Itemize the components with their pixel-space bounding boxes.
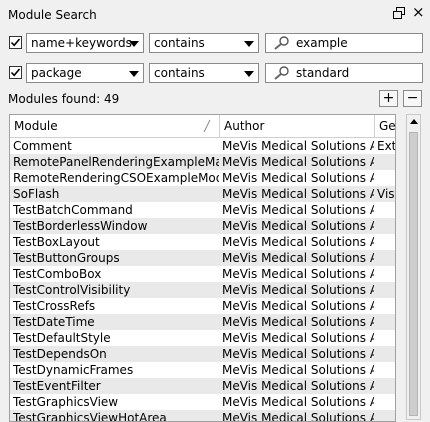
cell-author: MeVis Medical Solutions AG xyxy=(222,299,374,313)
cell-author: MeVis Medical Solutions AG xyxy=(222,267,374,281)
cell-author: MeVis Medical Solutions AG xyxy=(222,363,374,377)
dropdown-arrow-icon xyxy=(244,71,254,77)
table-row[interactable]: TestControlVisibility MeVis Medical Solut… xyxy=(10,282,395,298)
filter-1-field-select[interactable]: name+keywords xyxy=(26,33,144,53)
filter-1-search-value: example xyxy=(296,36,348,50)
cell-author: MeVis Medical Solutions AG xyxy=(222,219,374,233)
cell-module: TestEventFilter xyxy=(13,379,101,393)
table-row[interactable]: TestComboBox MeVis Medical Solutions AG xyxy=(10,266,395,282)
table-row[interactable]: TestGraphicsViewHotArea MeVis Medical Sol… xyxy=(10,410,395,422)
table-row[interactable]: TestBatchCommand MeVis Medical Solutions … xyxy=(10,202,395,218)
title-bar: Module Search × xyxy=(0,0,430,30)
cell-module: RemotePanelRenderingExampleMacro xyxy=(13,155,219,169)
column-header-author-label: Author xyxy=(224,119,265,133)
cell-module: TestBorderlessWindow xyxy=(13,219,148,233)
table-header: Module Author Genre xyxy=(10,115,395,138)
cell-author: MeVis Medical Solutions AG xyxy=(222,347,374,361)
table-row[interactable]: SoFlash MeVis Medical Solutions AGVisual xyxy=(10,186,395,202)
cell-module: TestComboBox xyxy=(13,267,102,281)
cell-author: MeVis Medical Solutions AG xyxy=(222,235,374,249)
cell-module: TestGraphicsViewHotArea xyxy=(13,411,167,422)
filter-2-search-value: standard xyxy=(296,66,350,80)
cell-author: MeVis Medical Solutions AG xyxy=(222,187,374,201)
table-body: CommentMeVis Medical Solutions AGExtrasR… xyxy=(10,138,395,422)
filter-2-field-value: package xyxy=(31,66,82,80)
table-row[interactable]: TestBorderlessWindow MeVis Medical Soluti… xyxy=(10,218,395,234)
cell-module: TestDependsOn xyxy=(13,347,107,361)
table-row[interactable]: TestBoxLayout MeVis Medical Solutions AG xyxy=(10,234,395,250)
table-row[interactable]: TestDynamicFrames MeVis Medical Solutions… xyxy=(10,362,395,378)
cell-module: TestDateTime xyxy=(13,315,95,329)
cell-module: TestGraphicsView xyxy=(13,395,119,409)
search-icon xyxy=(274,66,289,80)
cell-genre: Visual xyxy=(377,187,395,201)
filter-1-operator-value: contains xyxy=(154,36,205,50)
cell-module: SoFlash xyxy=(13,187,60,201)
close-icon[interactable]: × xyxy=(412,4,425,20)
search-icon xyxy=(274,36,289,50)
checkmark-icon xyxy=(10,68,21,77)
filter-1-field-value: name+keywords xyxy=(31,36,132,50)
cell-module: TestBoxLayout xyxy=(13,235,100,249)
vertical-scrollbar[interactable] xyxy=(406,114,421,420)
filter-1-checkbox[interactable] xyxy=(9,36,22,49)
cell-author: MeVis Medical Solutions AG xyxy=(222,251,374,265)
cell-author: MeVis Medical Solutions AG xyxy=(222,331,374,345)
sort-indicator-icon xyxy=(203,119,211,133)
remove-filter-button[interactable]: − xyxy=(403,90,422,107)
filter-2-field-select[interactable]: package xyxy=(26,63,144,83)
filter-2-checkbox[interactable] xyxy=(9,66,22,79)
table-row[interactable]: RemotePanelRenderingExampleMacro MeVis Me… xyxy=(10,154,395,170)
cell-module: TestButtonGroups xyxy=(13,251,120,265)
window-title: Module Search xyxy=(8,8,97,22)
table-row[interactable]: TestDateTime MeVis Medical Solutions AG xyxy=(10,314,395,330)
cell-module: TestDynamicFrames xyxy=(13,363,134,377)
filter-2-operator-value: contains xyxy=(154,66,205,80)
cell-author: MeVis Medical Solutions AG xyxy=(222,171,374,185)
cell-author: MeVis Medical Solutions AG xyxy=(222,203,374,217)
cell-genre: Extras xyxy=(377,139,396,153)
table-row[interactable]: TestEventFilter MeVis Medical Solutions A… xyxy=(10,378,395,394)
column-header-genre[interactable]: Genre xyxy=(375,115,396,137)
cell-author: MeVis Medical Solutions AG xyxy=(222,283,374,297)
dropdown-arrow-icon xyxy=(244,41,254,47)
column-header-module[interactable]: Module xyxy=(10,115,220,137)
dropdown-arrow-icon xyxy=(129,71,139,77)
filter-1-operator-select[interactable]: contains xyxy=(149,33,259,53)
table-row[interactable]: TestDependsOn MeVis Medical Solutions AG xyxy=(10,346,395,362)
modules-found-label: Modules found: 49 xyxy=(8,92,120,106)
table-row[interactable]: TestCrossRefs MeVis Medical Solutions AG xyxy=(10,298,395,314)
modules-table: Module Author Genre Comment MeVis Medical… xyxy=(9,114,396,422)
column-header-genre-label: Genre xyxy=(379,119,396,133)
cell-author: MeVis Medical Solutions AG xyxy=(222,155,374,169)
cell-module: RemoteRenderingCSOExampleModule xyxy=(13,171,219,185)
filter-2-operator-select[interactable]: contains xyxy=(149,63,259,83)
cell-module: TestBatchCommand xyxy=(13,203,133,217)
column-header-author[interactable]: Author xyxy=(220,115,375,137)
scroll-up-arrow-icon[interactable] xyxy=(410,119,418,124)
cell-module: TestDefaultStyle xyxy=(13,331,111,345)
cell-module: TestControlVisibility xyxy=(13,283,131,297)
add-filter-button[interactable]: + xyxy=(379,90,398,107)
table-row[interactable]: TestButtonGroups MeVis Medical Solutions … xyxy=(10,250,395,266)
cell-module: TestCrossRefs xyxy=(13,299,96,313)
cell-author: MeVis Medical Solutions AG xyxy=(222,315,374,329)
float-icon[interactable] xyxy=(393,7,405,19)
table-row[interactable]: RemoteRenderingCSOExampleModule MeVis Med… xyxy=(10,170,395,186)
filter-2-search-input[interactable]: standard xyxy=(265,63,423,83)
filter-1-search-input[interactable]: example xyxy=(265,33,423,53)
table-row[interactable]: TestGraphicsView MeVis Medical Solutions … xyxy=(10,394,395,410)
cell-author: MeVis Medical Solutions AG xyxy=(222,411,374,422)
table-row[interactable]: TestDefaultStyle MeVis Medical Solutions … xyxy=(10,330,395,346)
column-header-module-label: Module xyxy=(14,119,58,133)
dropdown-arrow-icon xyxy=(129,41,139,47)
scrollbar-thumb[interactable] xyxy=(409,132,418,416)
cell-module: Comment xyxy=(13,139,72,153)
cell-author: MeVis Medical Solutions AG xyxy=(222,139,374,153)
cell-author: MeVis Medical Solutions AG xyxy=(222,395,374,409)
checkmark-icon xyxy=(10,38,21,47)
table-row[interactable]: Comment MeVis Medical Solutions AGExtras xyxy=(10,138,395,154)
cell-author: MeVis Medical Solutions AG xyxy=(222,379,374,393)
